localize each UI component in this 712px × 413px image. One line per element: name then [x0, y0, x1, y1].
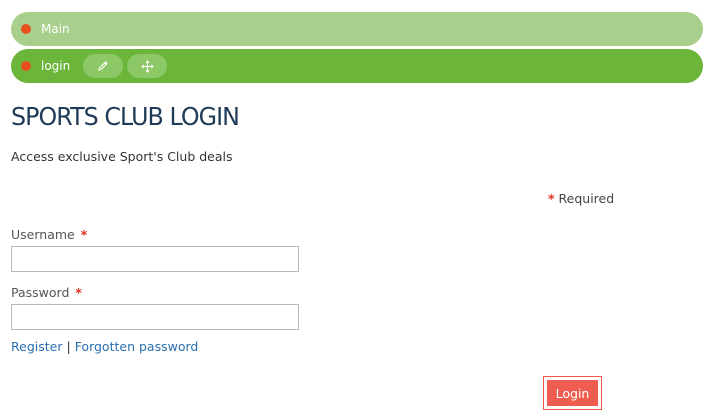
pencil-icon [98, 61, 108, 71]
username-label: Username * [11, 227, 87, 242]
login-button-label[interactable]: Login [547, 380, 598, 406]
account-links: Register | Forgotten password [11, 339, 198, 354]
required-label: Required [558, 191, 615, 206]
page-title: SPORTS CLUB LOGIN [11, 102, 240, 131]
required-asterisk: * [80, 227, 88, 242]
breadcrumb-login-label: login [41, 59, 71, 73]
password-label: Password * [11, 285, 82, 300]
page-subtitle: Access exclusive Sport's Club deals [11, 149, 233, 164]
password-label-text: Password [11, 285, 70, 300]
breadcrumb-login: login [11, 49, 703, 83]
username-label-text: Username [11, 227, 75, 242]
edit-button[interactable] [83, 54, 124, 78]
link-separator: | [66, 339, 71, 354]
username-input[interactable] [11, 246, 299, 272]
required-note: * Required [548, 191, 614, 206]
login-button[interactable]: Login [543, 376, 602, 410]
bullet-dot-icon [21, 24, 31, 34]
register-link[interactable]: Register [11, 339, 62, 354]
required-asterisk: * [75, 285, 82, 300]
forgot-password-link[interactable]: Forgotten password [75, 339, 199, 354]
required-asterisk: * [548, 191, 555, 206]
breadcrumb-main-label[interactable]: Main [41, 22, 70, 36]
bullet-dot-icon [21, 61, 31, 71]
move-icon [141, 59, 154, 73]
move-button[interactable] [127, 54, 168, 78]
breadcrumb-main[interactable]: Main [11, 12, 703, 46]
password-input[interactable] [11, 304, 299, 330]
login-page: Main login SPORTS CLUB LOGIN Access excl… [0, 0, 712, 413]
